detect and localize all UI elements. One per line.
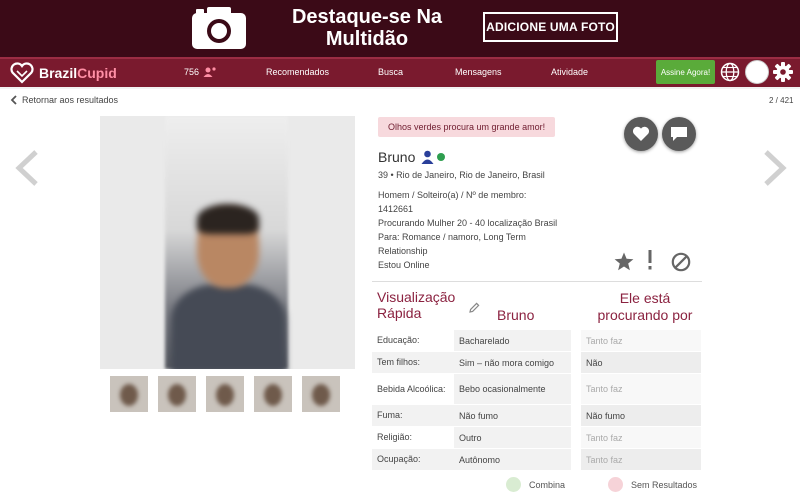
quick-view-heading-line1: Visualização <box>377 289 456 305</box>
next-profile-arrow-icon[interactable] <box>762 149 788 187</box>
banner-title-line1: Destaque-se Na <box>291 6 443 28</box>
profile-detail-line: Relationship <box>378 246 428 256</box>
profile-detail-line: Homem / Solteiro(a) / Nº de membro: <box>378 190 527 200</box>
user-avatar[interactable] <box>745 60 769 84</box>
row-seeking-value: Tanto faz <box>581 330 701 351</box>
row-label: Tem filhos: <box>372 352 454 373</box>
profile-detail-line: Para: Romance / namoro, Long Term <box>378 232 526 242</box>
online-count[interactable]: 756 <box>184 66 217 78</box>
heart-icon <box>632 126 650 141</box>
row-label: Ocupação: <box>372 449 454 470</box>
back-to-results-link[interactable]: Retornar aos resultados <box>10 95 118 105</box>
report-icon[interactable] <box>646 249 654 271</box>
row-label: Bebida Alcoólica: <box>377 383 446 394</box>
profile-location: 39 • Rio de Janeiro, Rio de Janeiro, Bra… <box>378 170 545 180</box>
camera-icon <box>192 7 246 49</box>
row-value: Autônomo <box>454 449 571 470</box>
quick-view-column-name: Bruno <box>497 307 535 323</box>
nav-search[interactable]: Busca <box>378 67 403 77</box>
profile-name-text: Bruno <box>378 149 416 165</box>
profile-tagline: Olhos verdes procura um grande amor! <box>378 117 556 137</box>
quick-view-column-seeking: Ele está procurando por <box>590 290 700 324</box>
nav-recommended[interactable]: Recomendados <box>266 67 329 77</box>
row-seeking-value: Tanto faz <box>581 427 701 448</box>
gear-icon[interactable] <box>772 61 794 83</box>
table-row: Fuma: Não fumo Não fumo <box>372 405 702 426</box>
legend-no-result-label: Sem Resultados <box>631 479 698 490</box>
profile-content: Retornar aos resultados 2 / 421 Olhos ve… <box>0 89 800 498</box>
pencil-icon[interactable] <box>469 302 480 313</box>
users-online-icon <box>203 67 216 77</box>
seeking-heading-line2: procurando por <box>597 307 693 323</box>
add-photo-button[interactable]: ADICIONE UMA FOTO <box>483 12 618 42</box>
favorite-button[interactable] <box>624 117 658 151</box>
row-value: Não fumo <box>454 405 571 426</box>
chevron-left-icon <box>10 95 17 105</box>
quick-view-heading-line2: Rápida <box>377 305 422 321</box>
logo-text-cupid: Cupid <box>77 65 117 81</box>
row-seeking-value: Tanto faz <box>581 374 701 404</box>
brand-logo[interactable]: BrazilCupid <box>10 61 117 85</box>
profile-detail-line: Estou Online <box>378 260 430 270</box>
photo-thumbnail[interactable] <box>302 376 340 412</box>
logo-text-brazil: Brazil <box>39 65 78 81</box>
profile-name: Bruno <box>378 149 446 165</box>
quick-view-heading: Visualização Rápida <box>377 289 467 321</box>
nav-messages[interactable]: Mensagens <box>455 67 502 77</box>
online-status-dot <box>437 153 446 161</box>
star-icon[interactable] <box>614 252 634 271</box>
online-count-value: 756 <box>184 67 200 77</box>
result-pager: 2 / 421 <box>769 96 794 105</box>
banner-title: Destaque-se Na Multidão <box>262 6 472 50</box>
table-row: Ocupação: Autônomo Tanto faz <box>372 449 702 470</box>
quick-view-table: Educação: Bacharelado Tanto faz Tem filh… <box>372 330 702 470</box>
nav-activity[interactable]: Atividade <box>551 67 588 77</box>
globe-icon[interactable] <box>720 62 740 82</box>
table-row: Educação: Bacharelado Tanto faz <box>372 330 702 351</box>
row-value: Bacharelado <box>454 330 571 351</box>
person-icon <box>421 150 434 164</box>
banner-title-line2: Multidão <box>325 28 409 50</box>
profile-details: Homem / Solteiro(a) / Nº de membro: 1412… <box>378 188 578 272</box>
seeking-heading-line1: Ele está <box>619 290 671 306</box>
photo-thumbnail[interactable] <box>206 376 244 412</box>
table-row: Religião: Outro Tanto faz <box>372 427 702 448</box>
main-nav: BrazilCupid 756 Recomendados Busca Mensa… <box>0 57 800 87</box>
match-dot <box>506 477 521 492</box>
profile-detail-line: Procurando Mulher 20 - 40 localização Br… <box>378 218 558 228</box>
message-button[interactable] <box>662 117 696 151</box>
table-row: Tem filhos: Sim – não mora comigo Não <box>372 352 702 373</box>
photo-thumbnail[interactable] <box>110 376 148 412</box>
row-seeking-value: Não fumo <box>581 405 701 426</box>
row-value: Bebo ocasionalmente <box>454 374 571 404</box>
chat-bubble-icon <box>671 127 687 141</box>
promo-banner: Destaque-se Na Multidão ADICIONE UMA FOT… <box>0 0 800 57</box>
row-label: Religião: <box>377 432 413 442</box>
back-label: Retornar aos resultados <box>22 95 119 105</box>
section-divider <box>372 281 702 282</box>
heart-logo-icon <box>10 62 34 84</box>
photo-thumbnails <box>110 376 340 412</box>
row-label: Educação: <box>377 335 420 345</box>
row-value: Sim – não mora comigo <box>454 352 571 373</box>
profile-detail-line: 1412661 <box>378 204 414 214</box>
row-value: Outro <box>454 427 571 448</box>
row-seeking-value: Não <box>581 352 701 373</box>
photo-thumbnail[interactable] <box>158 376 196 412</box>
row-label: Fuma: <box>372 405 454 426</box>
legend-no-result: Sem Resultados <box>608 477 697 492</box>
legend-match: Combina <box>506 477 565 492</box>
row-seeking-value: Tanto faz <box>581 449 701 470</box>
no-result-dot <box>608 477 623 492</box>
previous-profile-arrow-icon[interactable] <box>14 149 40 187</box>
block-icon[interactable] <box>671 252 691 272</box>
legend-match-label: Combina <box>529 479 566 490</box>
profile-photo[interactable] <box>100 116 355 369</box>
subscribe-button[interactable]: Assine Agora! <box>656 60 715 84</box>
table-row: Bebida Alcoólica: Bebo ocasionalmente Ta… <box>372 374 702 404</box>
photo-thumbnail[interactable] <box>254 376 292 412</box>
